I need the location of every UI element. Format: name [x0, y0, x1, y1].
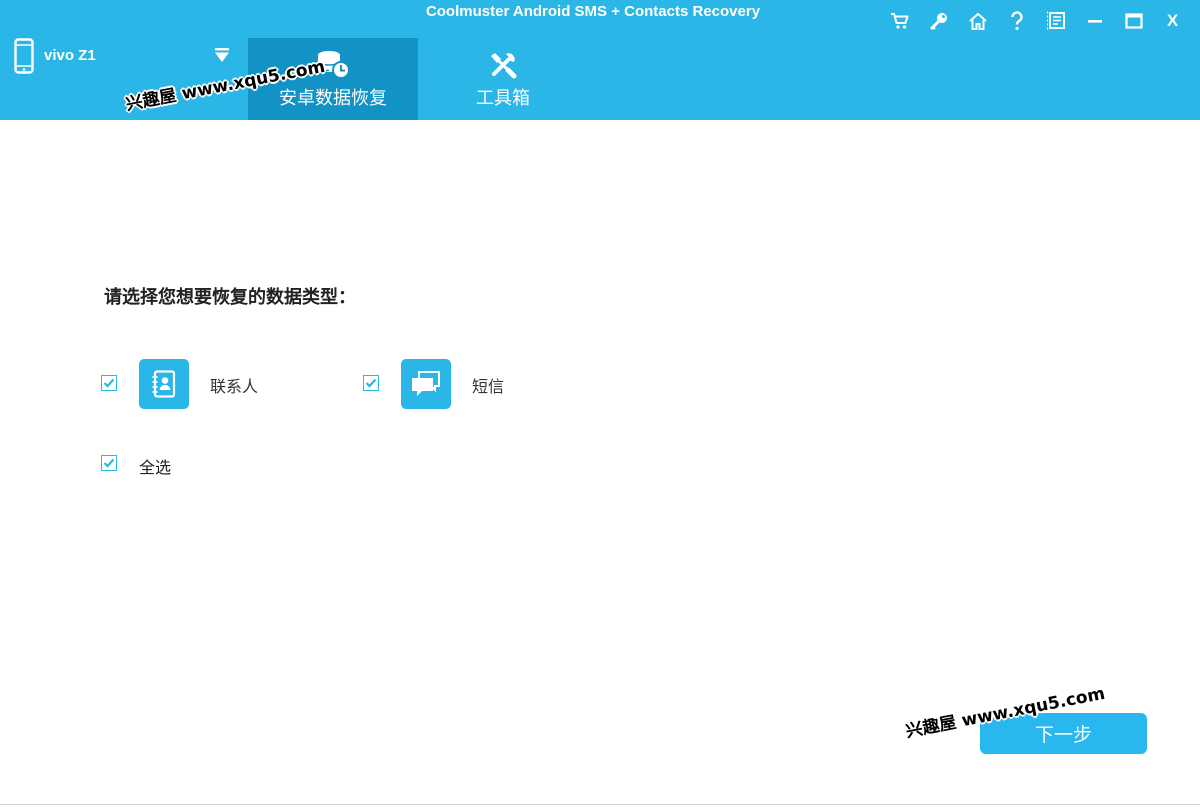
home-icon[interactable] — [958, 8, 997, 34]
cart-icon[interactable] — [880, 8, 919, 34]
contacts-checkbox[interactable] — [101, 375, 117, 391]
close-icon[interactable]: X — [1153, 8, 1192, 34]
tab-label: 工具箱 — [476, 88, 530, 109]
window-controls: X — [880, 8, 1192, 34]
prompt-heading: 请选择您想要恢复的数据类型： — [104, 287, 356, 308]
messages-icon[interactable] — [401, 359, 451, 409]
tab-label: 安卓数据恢复 — [279, 88, 387, 109]
messages-label: 短信 — [472, 377, 505, 396]
help-icon[interactable] — [997, 8, 1036, 34]
check-icon — [103, 458, 115, 468]
key-icon[interactable] — [919, 8, 958, 34]
divider — [0, 804, 1200, 805]
tools-icon — [418, 50, 588, 80]
feedback-icon[interactable] — [1036, 8, 1075, 34]
triangle-down-icon[interactable] — [214, 47, 230, 67]
phone-icon — [14, 38, 34, 78]
check-icon — [103, 378, 115, 388]
select-all-checkbox[interactable] — [101, 455, 117, 471]
tab-toolbox[interactable]: 工具箱 — [418, 38, 588, 120]
maximize-icon[interactable] — [1114, 8, 1153, 34]
contacts-label: 联系人 — [210, 377, 259, 396]
select-all-label: 全选 — [139, 458, 172, 477]
device-name: vivo Z1 — [44, 46, 96, 64]
device-selector[interactable]: vivo Z1 — [14, 38, 96, 78]
contacts-icon[interactable] — [139, 359, 189, 409]
minimize-icon[interactable] — [1075, 8, 1114, 34]
messages-checkbox[interactable] — [363, 375, 379, 391]
check-icon — [365, 378, 377, 388]
